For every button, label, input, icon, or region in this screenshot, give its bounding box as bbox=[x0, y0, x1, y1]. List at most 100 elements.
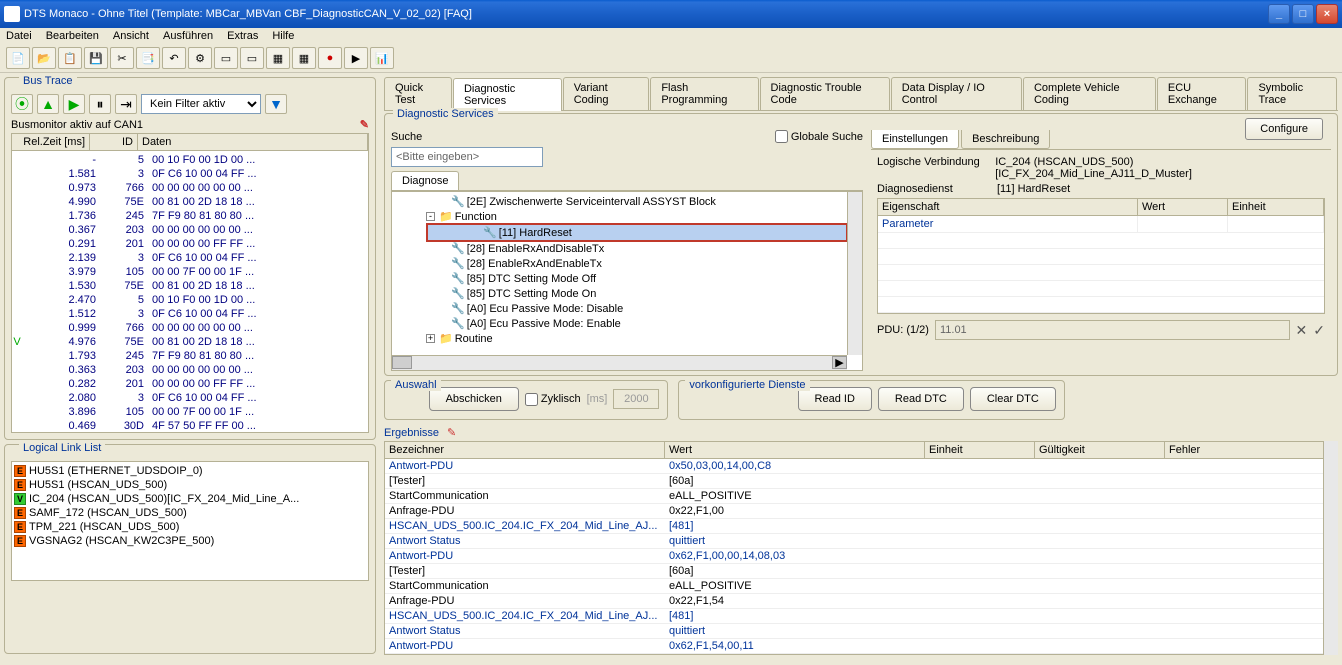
menu-extras[interactable]: Extras bbox=[227, 30, 258, 42]
trace-row[interactable]: -500 10 F0 00 1D 00 ... bbox=[12, 153, 368, 167]
save-icon[interactable]: 💾 bbox=[84, 47, 108, 69]
link-item[interactable]: EHU5S1 (ETHERNET_UDSDOIP_0) bbox=[14, 464, 366, 478]
wand-icon[interactable]: ✎ bbox=[447, 426, 456, 439]
tree-item[interactable]: 🔧[11] HardReset bbox=[426, 223, 848, 242]
menu-ansicht[interactable]: Ansicht bbox=[113, 30, 149, 42]
tree-item[interactable]: 🔧[28] EnableRxAndDisableTx bbox=[396, 241, 858, 256]
tree-item[interactable]: 🔧[28] EnableRxAndEnableTx bbox=[396, 256, 858, 271]
trace-row[interactable]: 0.28220100 00 00 00 FF FF ... bbox=[12, 377, 368, 391]
trace-row[interactable]: 0.99976600 00 00 00 00 00 ... bbox=[12, 321, 368, 335]
tree-vscroll[interactable] bbox=[847, 192, 862, 355]
tab-data-display-io-control[interactable]: Data Display / IO Control bbox=[891, 77, 1022, 110]
result-row[interactable]: StartCommunicationeALL_POSITIVE bbox=[385, 489, 1337, 504]
filter-select[interactable]: Kein Filter aktiv bbox=[141, 94, 261, 114]
window2-icon[interactable]: ▭ bbox=[240, 47, 264, 69]
trace-row[interactable]: 4.99075E00 81 00 2D 18 18 ... bbox=[12, 195, 368, 209]
stop-upload-icon[interactable]: ▲ bbox=[37, 94, 59, 114]
trace-row[interactable]: 1.53075E00 81 00 2D 18 18 ... bbox=[12, 279, 368, 293]
result-row[interactable]: [Tester][60a] bbox=[385, 474, 1337, 489]
tab-variant-coding[interactable]: Variant Coding bbox=[563, 77, 650, 110]
menu-bearbeiten[interactable]: Bearbeiten bbox=[46, 30, 99, 42]
trace-row[interactable]: 1.51230F C6 10 00 04 FF ... bbox=[12, 307, 368, 321]
result-row[interactable]: [Tester][60a] bbox=[385, 564, 1337, 579]
tab-symbolic-trace[interactable]: Symbolic Trace bbox=[1247, 77, 1337, 110]
tree-item[interactable]: 🔧[A0] Ecu Passive Mode: Enable bbox=[396, 316, 858, 331]
trace-row[interactable]: 1.7362457F F9 80 81 80 80 ... bbox=[12, 209, 368, 223]
trace-row[interactable]: 0.46930D4F 57 50 FF FF 00 ... bbox=[12, 419, 368, 433]
trace-row[interactable]: 2.470500 10 F0 00 1D 00 ... bbox=[12, 293, 368, 307]
trace-row[interactable]: V4.97675E00 81 00 2D 18 18 ... bbox=[12, 335, 368, 349]
results-scrollbar[interactable] bbox=[1323, 441, 1338, 655]
play-icon[interactable]: ▶ bbox=[344, 47, 368, 69]
link-list[interactable]: EHU5S1 (ETHERNET_UDSDOIP_0)EHU5S1 (HSCAN… bbox=[11, 461, 369, 581]
export-icon[interactable]: ⇥ bbox=[115, 94, 137, 114]
col-id[interactable]: ID bbox=[90, 134, 138, 150]
minimize-button[interactable]: _ bbox=[1268, 4, 1290, 24]
tree-item[interactable]: 🔧[2E] Zwischenwerte Serviceintervall ASS… bbox=[396, 194, 858, 209]
col-bezeichner[interactable]: Bezeichner bbox=[385, 442, 665, 458]
col-wert[interactable]: Wert bbox=[665, 442, 925, 458]
trace-row[interactable]: 3.89610500 00 7F 00 00 1F ... bbox=[12, 405, 368, 419]
trace-row[interactable]: 0.36320300 00 00 00 00 00 ... bbox=[12, 363, 368, 377]
record-icon[interactable]: ⦿ bbox=[11, 94, 33, 114]
play-icon[interactable]: ▶ bbox=[63, 94, 85, 114]
link-item[interactable]: VIC_204 (HSCAN_UDS_500)[IC_FX_204_Mid_Li… bbox=[14, 492, 366, 506]
cycle-ms-input[interactable] bbox=[613, 389, 659, 409]
col-fehler[interactable]: Fehler bbox=[1165, 442, 1337, 458]
trace-row[interactable]: 2.13930F C6 10 00 04 FF ... bbox=[12, 251, 368, 265]
close-button[interactable]: × bbox=[1316, 4, 1338, 24]
link-item[interactable]: EVGSNAG2 (HSCAN_KW2C3PE_500) bbox=[14, 534, 366, 548]
link-item[interactable]: ESAMF_172 (HSCAN_UDS_500) bbox=[14, 506, 366, 520]
link-item[interactable]: ETPM_221 (HSCAN_UDS_500) bbox=[14, 520, 366, 534]
undo-icon[interactable]: ↶ bbox=[162, 47, 186, 69]
tree-item[interactable]: 🔧[A0] Ecu Passive Mode: Disable bbox=[396, 301, 858, 316]
trace-row[interactable]: 2.08030F C6 10 00 04 FF ... bbox=[12, 391, 368, 405]
col-daten[interactable]: Daten bbox=[138, 134, 368, 150]
paste-icon[interactable]: 📑 bbox=[136, 47, 160, 69]
result-row[interactable]: Anfrage-PDU0x22,F1,54 bbox=[385, 594, 1337, 609]
zyklisch-checkbox[interactable]: Zyklisch bbox=[525, 393, 581, 406]
trace-row[interactable]: 0.36720300 00 00 00 00 00 ... bbox=[12, 223, 368, 237]
menu-ausfuehren[interactable]: Ausführen bbox=[163, 30, 213, 42]
trace-row[interactable]: 1.7932457F F9 80 81 80 80 ... bbox=[12, 349, 368, 363]
tree-hscroll[interactable]: ▶ bbox=[392, 355, 847, 370]
tree-item[interactable]: +📁Routine bbox=[396, 331, 858, 346]
result-row[interactable]: StartCommunicationeALL_POSITIVE bbox=[385, 579, 1337, 594]
diagnose-tab[interactable]: Diagnose bbox=[391, 171, 459, 190]
link-item[interactable]: EHU5S1 (HSCAN_UDS_500) bbox=[14, 478, 366, 492]
globale-suche-checkbox[interactable]: Globale Suche bbox=[775, 130, 863, 143]
col-einheit[interactable]: Einheit bbox=[925, 442, 1035, 458]
cut-icon[interactable]: ✂ bbox=[110, 47, 134, 69]
new-icon[interactable]: 📄 bbox=[6, 47, 30, 69]
record-icon[interactable]: ● bbox=[318, 47, 342, 69]
result-row[interactable]: Antwort-PDU0x50,03,00,14,00,C8 bbox=[385, 459, 1337, 474]
copy-icon[interactable]: 📋 bbox=[58, 47, 82, 69]
result-row[interactable]: Antwort-PDU0x62,F1,00,00,14,08,03 bbox=[385, 549, 1337, 564]
tab-diagnostic-trouble-code[interactable]: Diagnostic Trouble Code bbox=[760, 77, 890, 110]
trace-row[interactable]: 0.29120100 00 00 00 FF FF ... bbox=[12, 237, 368, 251]
maximize-button[interactable]: □ bbox=[1292, 4, 1314, 24]
tab-diagnostic-services[interactable]: Diagnostic Services bbox=[453, 78, 562, 111]
diagnose-tree[interactable]: 🔧[2E] Zwischenwerte Serviceintervall ASS… bbox=[391, 191, 863, 371]
menu-datei[interactable]: Datei bbox=[6, 30, 32, 42]
result-row[interactable]: HSCAN_UDS_500.IC_204.IC_FX_204_Mid_Line_… bbox=[385, 519, 1337, 534]
result-row[interactable]: Antwort Statusquittiert bbox=[385, 624, 1337, 639]
tab-flash-programming[interactable]: Flash Programming bbox=[650, 77, 758, 110]
gear-icon[interactable]: ⚙ bbox=[188, 47, 212, 69]
result-row[interactable]: Anfrage-PDU0x22,F1,00 bbox=[385, 504, 1337, 519]
check-icon[interactable]: ✓ bbox=[1313, 322, 1325, 339]
open-icon[interactable]: 📂 bbox=[32, 47, 56, 69]
layout-icon[interactable]: ▦ bbox=[266, 47, 290, 69]
trace-row[interactable]: 3.97910500 00 7F 00 00 1F ... bbox=[12, 265, 368, 279]
props-table[interactable]: Eigenschaft Wert Einheit Parameter bbox=[877, 198, 1325, 314]
pdu-input[interactable] bbox=[935, 320, 1290, 340]
trace-grid[interactable]: Rel.Zeit [ms] ID Daten -500 10 F0 00 1D … bbox=[11, 133, 369, 433]
col-relzeit[interactable]: Rel.Zeit [ms] bbox=[12, 134, 90, 150]
result-row[interactable]: HSCAN_UDS_500.IC_204.IC_FX_204_Mid_Line_… bbox=[385, 609, 1337, 624]
tab-beschreibung[interactable]: Beschreibung bbox=[961, 130, 1050, 149]
clear-icon[interactable]: ✕ bbox=[1296, 322, 1308, 339]
wand-icon[interactable]: ✎ bbox=[360, 118, 369, 131]
layout2-icon[interactable]: ▦ bbox=[292, 47, 316, 69]
trace-row[interactable]: 0.97376600 00 00 00 00 00 ... bbox=[12, 181, 368, 195]
trace-row[interactable]: 1.58130F C6 10 00 04 FF ... bbox=[12, 167, 368, 181]
